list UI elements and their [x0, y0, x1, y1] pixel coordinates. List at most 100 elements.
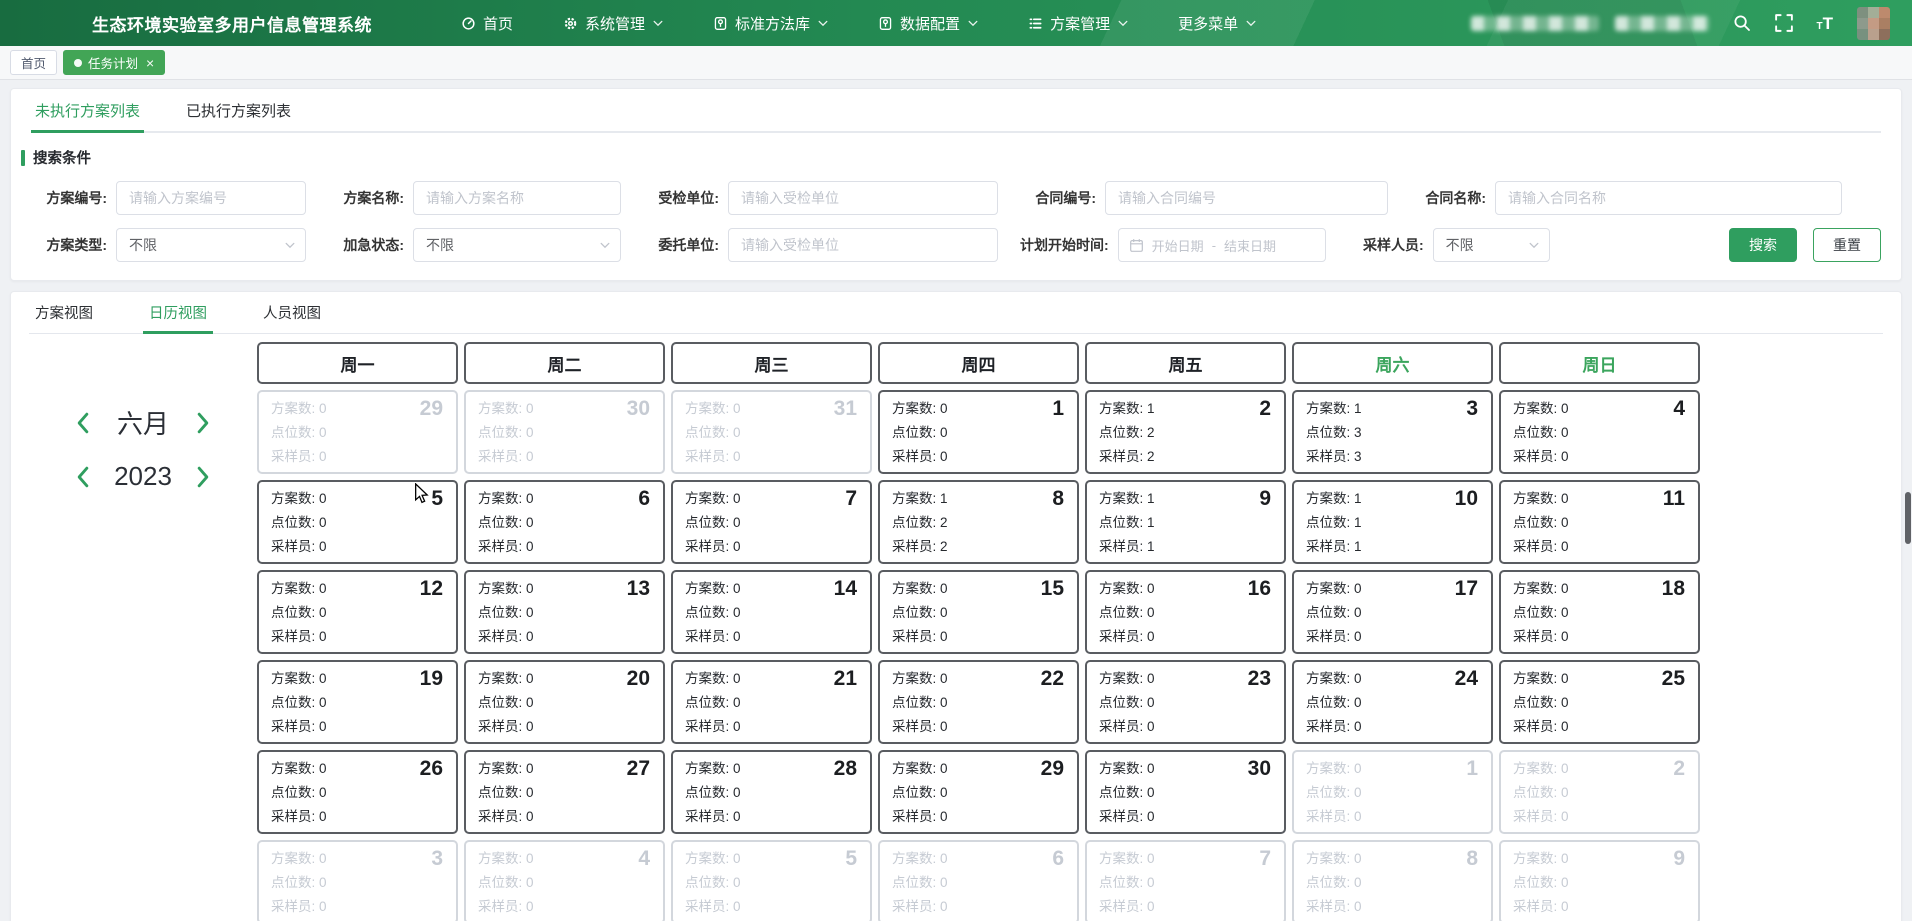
- calendar-day-cell[interactable]: 方案数: 0点位数: 0采样员: 07: [671, 480, 872, 564]
- metric-samplers: 采样员: 1: [1099, 535, 1274, 559]
- calendar-day-cell[interactable]: 方案数: 0点位数: 0采样员: 027: [464, 750, 665, 834]
- calendar-day-cell[interactable]: 方案数: 0点位数: 0采样员: 06: [878, 840, 1079, 921]
- day-number: 4: [1673, 397, 1685, 421]
- calendar-day-cell[interactable]: 方案数: 0点位数: 0采样员: 020: [464, 660, 665, 744]
- calendar-day-cell[interactable]: 方案数: 1点位数: 2采样员: 28: [878, 480, 1079, 564]
- sampler-select[interactable]: 不限: [1433, 228, 1550, 262]
- view-tab-1[interactable]: 日历视图: [143, 292, 213, 333]
- calendar-day-cell[interactable]: 方案数: 0点位数: 0采样员: 04: [1499, 390, 1700, 474]
- calendar-day-cell[interactable]: 方案数: 0点位数: 0采样员: 05: [257, 480, 458, 564]
- day-number: 21: [834, 667, 857, 691]
- calendar-day-cell[interactable]: 方案数: 0点位数: 0采样员: 026: [257, 750, 458, 834]
- window-tab-0[interactable]: 首页: [10, 50, 57, 75]
- calendar-day-cell[interactable]: 方案数: 0点位数: 0采样员: 014: [671, 570, 872, 654]
- calendar-day-cell[interactable]: 方案数: 0点位数: 0采样员: 019: [257, 660, 458, 744]
- calendar-day-cell[interactable]: 方案数: 0点位数: 0采样员: 09: [1499, 840, 1700, 921]
- calendar-day-cell[interactable]: 方案数: 0点位数: 0采样员: 013: [464, 570, 665, 654]
- window-tab-1[interactable]: 任务计划×: [63, 50, 165, 75]
- weekday-header: 周三: [671, 342, 872, 384]
- contract-name-input[interactable]: [1495, 181, 1842, 215]
- calendar-day-cell[interactable]: 方案数: 0点位数: 0采样员: 028: [671, 750, 872, 834]
- view-tab-0[interactable]: 方案视图: [29, 292, 99, 333]
- font-size-icon[interactable]: TT: [1817, 15, 1834, 32]
- calendar-day-cell[interactable]: 方案数: 0点位数: 0采样员: 015: [878, 570, 1079, 654]
- calendar-day-cell[interactable]: 方案数: 1点位数: 2采样员: 22: [1085, 390, 1286, 474]
- reset-button[interactable]: 重置: [1813, 228, 1881, 262]
- nav-item-label: 标准方法库: [735, 13, 810, 34]
- calendar-day-cell[interactable]: 方案数: 0点位数: 0采样员: 06: [464, 480, 665, 564]
- nav-item-more-menu[interactable]: 更多菜单: [1153, 0, 1281, 46]
- nav-item-data-config[interactable]: 数据配置: [853, 0, 1003, 46]
- metric-points: 点位数: 1: [1306, 511, 1481, 535]
- calendar-day-cell[interactable]: 方案数: 0点位数: 0采样员: 030: [1085, 750, 1286, 834]
- metric-points: 点位数: 0: [1099, 601, 1274, 625]
- scrollbar-thumb[interactable]: [1905, 492, 1911, 544]
- day-number: 5: [431, 487, 443, 511]
- fullscreen-icon[interactable]: [1775, 14, 1793, 32]
- metric-samplers: 采样员: 2: [1099, 445, 1274, 469]
- calendar-day-cell[interactable]: 方案数: 0点位数: 0采样员: 017: [1292, 570, 1493, 654]
- navbar-right: TT: [1471, 7, 1891, 40]
- nav-item-plan-mgmt[interactable]: 方案管理: [1003, 0, 1153, 46]
- calendar-day-cell[interactable]: 方案数: 0点位数: 0采样员: 05: [671, 840, 872, 921]
- calendar-day-cell[interactable]: 方案数: 0点位数: 0采样员: 024: [1292, 660, 1493, 744]
- app-page: 生态环境实验室多用户信息管理系统 首页系统管理标准方法库数据配置方案管理更多菜单…: [0, 0, 1912, 921]
- search-button[interactable]: 搜索: [1729, 228, 1797, 262]
- main-menu: 首页 系统管理 标准方法库 数据配置方案管理更多菜单: [436, 0, 1281, 46]
- window-tab-label: 首页: [21, 53, 46, 72]
- view-tab-2[interactable]: 人员视图: [257, 292, 327, 333]
- calendar-day-cell[interactable]: 方案数: 0点位数: 0采样员: 011: [1499, 480, 1700, 564]
- day-number: 24: [1455, 667, 1478, 691]
- metric-points: 点位数: 2: [892, 511, 1067, 535]
- user-avatar[interactable]: [1857, 7, 1890, 40]
- calendar-day-cell[interactable]: 方案数: 0点位数: 0采样员: 01: [1292, 750, 1493, 834]
- list-tab-1[interactable]: 已执行方案列表: [182, 89, 295, 131]
- calendar-day-cell[interactable]: 方案数: 0点位数: 0采样员: 021: [671, 660, 872, 744]
- calendar-day-cell[interactable]: 方案数: 0点位数: 0采样员: 03: [257, 840, 458, 921]
- calendar-day-cell[interactable]: 方案数: 0点位数: 0采样员: 029: [257, 390, 458, 474]
- calendar-day-cell[interactable]: 方案数: 0点位数: 0采样员: 02: [1499, 750, 1700, 834]
- day-number: 10: [1455, 487, 1478, 511]
- list-tab-0[interactable]: 未执行方案列表: [31, 89, 144, 131]
- calendar-day-cell[interactable]: 方案数: 0点位数: 0采样员: 012: [257, 570, 458, 654]
- prev-year-button[interactable]: [73, 464, 93, 490]
- calendar-day-cell[interactable]: 方案数: 0点位数: 0采样员: 016: [1085, 570, 1286, 654]
- calendar-day-cell[interactable]: 方案数: 0点位数: 0采样员: 023: [1085, 660, 1286, 744]
- plan-code-input[interactable]: [116, 181, 306, 215]
- search-icon[interactable]: [1733, 14, 1751, 32]
- close-icon[interactable]: ×: [146, 56, 154, 70]
- metric-samplers: 采样员: 0: [685, 715, 860, 739]
- calendar-day-cell[interactable]: 方案数: 0点位数: 0采样员: 022: [878, 660, 1079, 744]
- calendar-day-cell[interactable]: 方案数: 1点位数: 3采样员: 33: [1292, 390, 1493, 474]
- calendar-day-cell[interactable]: 方案数: 0点位数: 0采样员: 08: [1292, 840, 1493, 921]
- metric-samplers: 采样员: 0: [685, 805, 860, 829]
- calendar-day-cell[interactable]: 方案数: 1点位数: 1采样员: 110: [1292, 480, 1493, 564]
- metric-points: 点位数: 0: [685, 421, 860, 445]
- metric-points: 点位数: 0: [1099, 871, 1274, 895]
- nav-item-home[interactable]: 首页: [436, 0, 538, 46]
- plan-name-input[interactable]: [413, 181, 621, 215]
- plan-type-select[interactable]: 不限: [116, 228, 306, 262]
- field-label: 加急状态:: [328, 235, 404, 255]
- nav-item-system-mgmt[interactable]: 系统管理: [538, 0, 688, 46]
- nav-item-standard-method[interactable]: 标准方法库: [688, 0, 853, 46]
- plan-start-time-daterange[interactable]: 开始日期-结束日期: [1118, 228, 1326, 262]
- calendar-day-cell[interactable]: 方案数: 0点位数: 0采样员: 018: [1499, 570, 1700, 654]
- urgent-status-select[interactable]: 不限: [413, 228, 621, 262]
- next-month-button[interactable]: [193, 410, 213, 436]
- calendar-day-cell[interactable]: 方案数: 0点位数: 0采样员: 04: [464, 840, 665, 921]
- contract-code-input[interactable]: [1105, 181, 1388, 215]
- calendar-day-cell[interactable]: 方案数: 0点位数: 0采样员: 07: [1085, 840, 1286, 921]
- inspected-unit-input[interactable]: [728, 181, 998, 215]
- calendar-day-cell[interactable]: 方案数: 0点位数: 0采样员: 031: [671, 390, 872, 474]
- calendar-day-cell[interactable]: 方案数: 0点位数: 0采样员: 029: [878, 750, 1079, 834]
- calendar-day-cell[interactable]: 方案数: 0点位数: 0采样员: 01: [878, 390, 1079, 474]
- prev-month-button[interactable]: [73, 410, 93, 436]
- calendar-day-cell[interactable]: 方案数: 0点位数: 0采样员: 030: [464, 390, 665, 474]
- calendar-day-cell[interactable]: 方案数: 0点位数: 0采样员: 025: [1499, 660, 1700, 744]
- calendar-day-cell[interactable]: 方案数: 1点位数: 1采样员: 19: [1085, 480, 1286, 564]
- client-unit-input[interactable]: [728, 228, 998, 262]
- nav-item-label: 首页: [483, 13, 513, 34]
- metric-points: 点位数: 0: [478, 871, 653, 895]
- next-year-button[interactable]: [193, 464, 213, 490]
